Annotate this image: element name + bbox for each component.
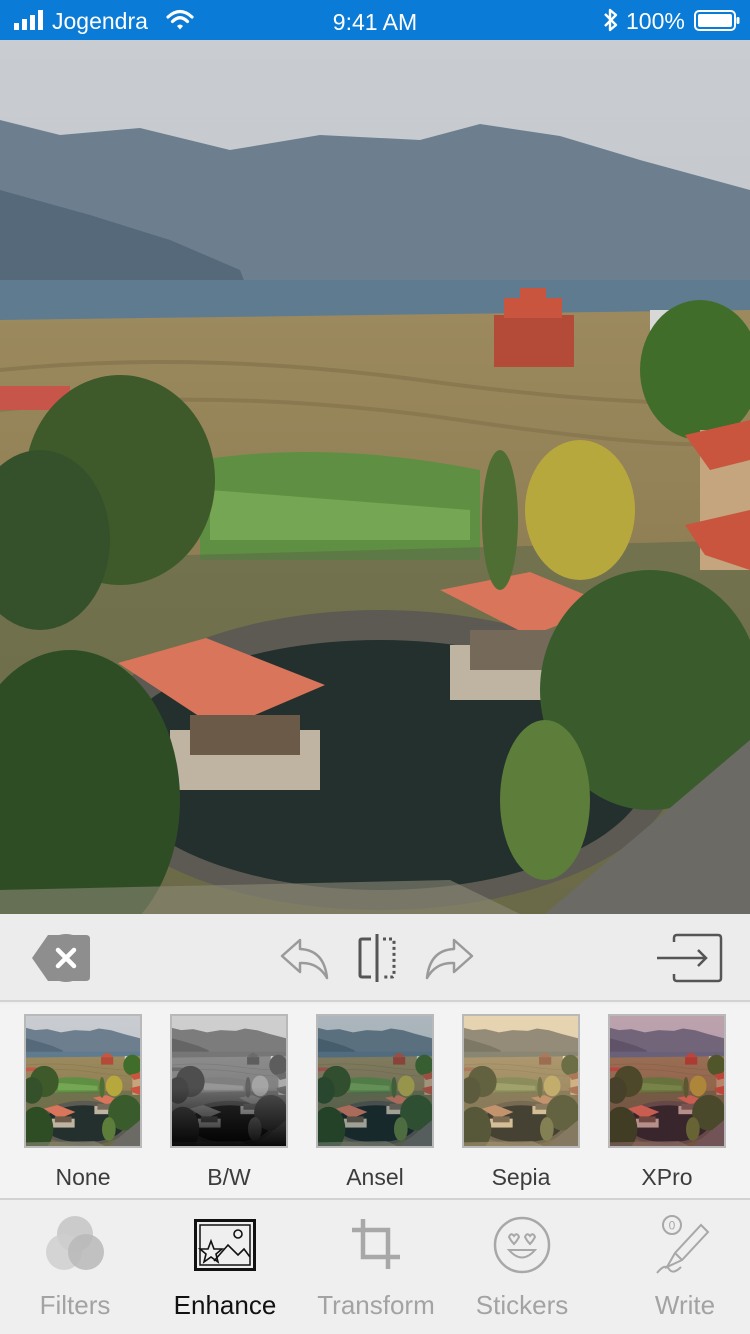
- filter-label: XPro: [641, 1164, 693, 1190]
- filter-label: Ansel: [346, 1164, 404, 1190]
- tab-label: Transform: [317, 1290, 435, 1320]
- status-bar: Jogendra 9:41 AM 100%: [0, 0, 750, 40]
- photo-canvas[interactable]: [0, 40, 750, 914]
- undo-icon: [280, 938, 329, 980]
- tab-label: Enhance: [173, 1290, 277, 1320]
- filter-strip: None B/W Ansel Sepia XPro: [0, 1004, 750, 1200]
- svg-text:0: 0: [669, 1219, 676, 1233]
- crop-icon: [352, 1219, 400, 1269]
- filter-ansel[interactable]: Ansel: [316, 1014, 434, 1191]
- tab-label: Stickers: [475, 1290, 569, 1320]
- close-button[interactable]: [28, 914, 94, 1002]
- close-icon: [32, 934, 90, 982]
- filter-bw[interactable]: B/W: [170, 1014, 288, 1191]
- filter-none[interactable]: None: [24, 1014, 142, 1191]
- compare-button[interactable]: [354, 914, 400, 1002]
- export-icon: [657, 933, 723, 983]
- bottom-tab-bar: Filters Enhance Transform Stickers 0 Wri…: [0, 1202, 750, 1334]
- tab-label: Filters: [39, 1290, 111, 1320]
- tab-transform[interactable]: Transform: [301, 1202, 451, 1334]
- battery-percentage: 100%: [626, 8, 685, 34]
- filter-thumbnail: [24, 1014, 142, 1148]
- filter-label: B/W: [207, 1164, 251, 1190]
- filter-thumbnail: [608, 1014, 726, 1148]
- battery-icon: [694, 10, 740, 31]
- compare-icon: [358, 934, 396, 982]
- filter-label: None: [55, 1164, 111, 1190]
- undo-button[interactable]: [276, 914, 332, 1002]
- redo-icon: [425, 938, 474, 980]
- filter-xpro[interactable]: XPro: [608, 1014, 726, 1191]
- tab-filters[interactable]: Filters: [0, 1202, 150, 1334]
- bluetooth-icon: [604, 8, 618, 32]
- redo-button[interactable]: [422, 914, 478, 1002]
- landscape-photo: [0, 40, 750, 914]
- filter-thumbnail: [462, 1014, 580, 1148]
- tab-label: Write: [654, 1290, 716, 1320]
- filters-icon: [46, 1216, 104, 1270]
- tab-stickers[interactable]: Stickers: [447, 1202, 597, 1334]
- filter-label: Sepia: [491, 1164, 551, 1190]
- filter-thumbnail: [316, 1014, 434, 1148]
- tab-write[interactable]: 0 Write: [610, 1202, 750, 1334]
- export-button[interactable]: [652, 914, 726, 1002]
- tab-enhance[interactable]: Enhance: [150, 1202, 300, 1334]
- filter-sepia[interactable]: Sepia: [462, 1014, 580, 1191]
- write-icon: 0: [656, 1215, 710, 1274]
- edit-toolbar: [0, 914, 750, 1002]
- filter-thumbnail: [170, 1014, 288, 1148]
- enhance-icon: [194, 1219, 256, 1271]
- sticker-icon: [493, 1216, 551, 1274]
